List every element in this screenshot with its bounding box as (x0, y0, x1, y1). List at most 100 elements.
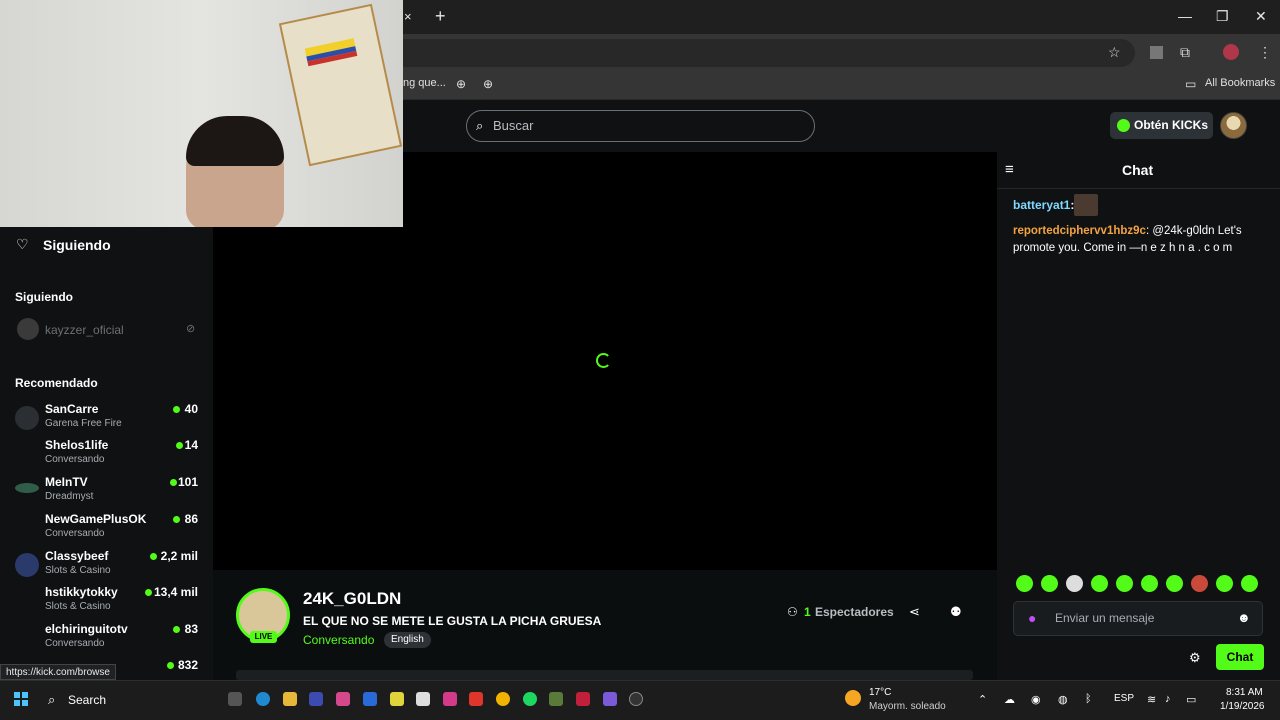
app-icon[interactable] (469, 692, 483, 706)
search-icon: ⌕ (476, 118, 484, 133)
emote-icon[interactable] (1216, 575, 1233, 592)
new-tab-icon[interactable]: + (435, 6, 446, 27)
emote-icon[interactable] (1166, 575, 1183, 592)
emote-icon[interactable] (1066, 575, 1083, 592)
following-heading[interactable]: Siguiendo (43, 237, 111, 253)
emote-icon[interactable] (1091, 575, 1108, 592)
recommended-item[interactable]: MeInTV Dreadmyst 101 (0, 475, 213, 511)
volume-icon[interactable]: ♪ (1165, 693, 1171, 705)
weather-icon[interactable] (845, 690, 861, 706)
live-dot-icon (145, 589, 152, 596)
avatar[interactable] (17, 318, 39, 340)
emote-icon[interactable] (1041, 575, 1058, 592)
viewer-count: 832 (177, 658, 198, 672)
emote-icon[interactable] (1191, 575, 1208, 592)
wifi-icon[interactable]: ≋ (1147, 693, 1156, 706)
emote-icon[interactable] (1241, 575, 1258, 592)
instagram-icon[interactable] (443, 692, 457, 706)
app-icon[interactable] (603, 692, 617, 706)
battery-icon[interactable]: ▭ (1186, 693, 1196, 706)
follow-user-icon[interactable]: ⚉ (950, 604, 962, 620)
minimize-icon[interactable]: — (1178, 8, 1192, 24)
chat-username[interactable]: batteryat1 (1013, 198, 1070, 212)
emote-icon[interactable] (1141, 575, 1158, 592)
app-icon[interactable] (309, 692, 323, 706)
collapse-chat-icon[interactable]: ≡ (1005, 161, 1014, 178)
globe-icon[interactable]: ⊕ (483, 77, 493, 91)
info-divider (236, 670, 973, 680)
profile-avatar[interactable] (1223, 44, 1239, 60)
language-tag[interactable]: English (384, 632, 431, 648)
clock-date[interactable]: 1/19/2026 (1220, 701, 1265, 712)
edge-icon[interactable] (256, 692, 270, 706)
start-button[interactable] (14, 692, 28, 706)
recommended-item[interactable]: Shelos1life Conversando 14 (0, 438, 213, 474)
send-chat-button[interactable]: Chat (1216, 644, 1264, 670)
app-icon[interactable] (390, 692, 404, 706)
app-icon[interactable] (363, 692, 377, 706)
app-icon[interactable] (629, 692, 643, 706)
chat-message: batteryat1: (1013, 198, 1075, 212)
channel-category: Slots & Casino (45, 601, 111, 612)
recommended-item[interactable]: hstikkytokky Slots & Casino 13,4 mil (0, 585, 213, 621)
channel-category: Conversando (45, 638, 105, 649)
chrome-icon[interactable] (496, 692, 510, 706)
browser-menu-icon[interactable]: ⋮ (1258, 44, 1272, 61)
weather-condition[interactable]: Mayorm. soleado (869, 701, 946, 712)
chat-title: Chat (1122, 162, 1154, 178)
recommended-item[interactable]: Classybeef Slots & Casino 2,2 mil (0, 549, 213, 585)
cloud-icon[interactable]: ☁ (1004, 693, 1015, 706)
channel-name-title[interactable]: 24K_G0LDN (303, 589, 401, 609)
task-view-icon[interactable] (228, 692, 242, 706)
bookmark-star-icon[interactable]: ☆ (1108, 44, 1121, 61)
gear-icon[interactable]: ⚙ (1189, 650, 1201, 666)
recommended-item[interactable]: elchiringuitotv Conversando 83 (0, 622, 213, 658)
spotify-icon[interactable] (523, 692, 537, 706)
recommended-item[interactable]: NewGamePlusOK Conversando 86 (0, 512, 213, 548)
share-icon[interactable]: ⋖ (909, 604, 920, 620)
chat-username[interactable]: reportedciphervv1hbz9c (1013, 225, 1146, 237)
extension-icon[interactable] (1150, 46, 1163, 59)
recommended-section-title: Recomendado (15, 376, 98, 390)
emote-icon[interactable] (1016, 575, 1033, 592)
minecraft-icon[interactable] (549, 692, 563, 706)
app-icon[interactable] (336, 692, 350, 706)
app-icon[interactable] (576, 692, 590, 706)
globe-icon[interactable]: ⊕ (456, 77, 466, 91)
clock-time[interactable]: 8:31 AM (1226, 687, 1263, 698)
stream-category-link[interactable]: Conversando (303, 633, 374, 647)
emote-icon[interactable] (1116, 575, 1133, 592)
chat-input-placeholder: Enviar un mensaje (1055, 611, 1155, 625)
microphone-icon[interactable]: ● (1028, 610, 1036, 626)
window-close-icon[interactable]: ✕ (1255, 8, 1267, 25)
search-icon[interactable]: ⌕ (48, 692, 55, 708)
get-kicks-label: Obtén KICKs (1134, 118, 1209, 132)
chat-emote-image (1074, 194, 1098, 216)
all-bookmarks-link[interactable]: All Bookmarks (1205, 77, 1275, 89)
screen: × + — ❐ ✕ ☆ ⧉ ⋮ ng que... ⊕ ⊕ ▭ All Book… (0, 0, 1280, 720)
loading-spinner-icon (596, 353, 611, 368)
folder-icon: ▭ (1185, 77, 1197, 91)
taskbar-search[interactable]: Search (68, 693, 106, 707)
emoji-icon[interactable]: ☻ (1237, 610, 1251, 625)
bookmark-item[interactable]: ng que... (403, 77, 446, 89)
maximize-icon[interactable]: ❐ (1216, 8, 1229, 25)
tray-chevron-icon[interactable]: ⌃ (978, 693, 987, 706)
file-explorer-icon[interactable] (283, 692, 297, 706)
viewer-count: 83 (184, 622, 198, 636)
channel-name: Classybeef (45, 549, 109, 563)
recommended-item[interactable]: SanCarre Garena Free Fire 40 (0, 402, 213, 438)
channel-name: elchiringuitotv (45, 622, 128, 636)
following-channel-name[interactable]: kayzzer_oficial (45, 323, 124, 337)
avatar (15, 406, 39, 430)
bluetooth-icon[interactable]: ᛒ (1085, 693, 1092, 705)
notepad-icon[interactable] (416, 692, 430, 706)
input-language[interactable]: ESP (1114, 693, 1134, 704)
tab-close-icon[interactable]: × (404, 9, 412, 24)
weather-temperature[interactable]: 17°C (869, 687, 891, 698)
viewers-label: Espectadores (815, 605, 894, 619)
tray-app-icon[interactable]: ◉ (1031, 693, 1041, 706)
tray-app-icon[interactable]: ◍ (1058, 693, 1068, 706)
extensions-puzzle-icon[interactable]: ⧉ (1180, 44, 1190, 61)
user-avatar[interactable] (1220, 112, 1247, 139)
